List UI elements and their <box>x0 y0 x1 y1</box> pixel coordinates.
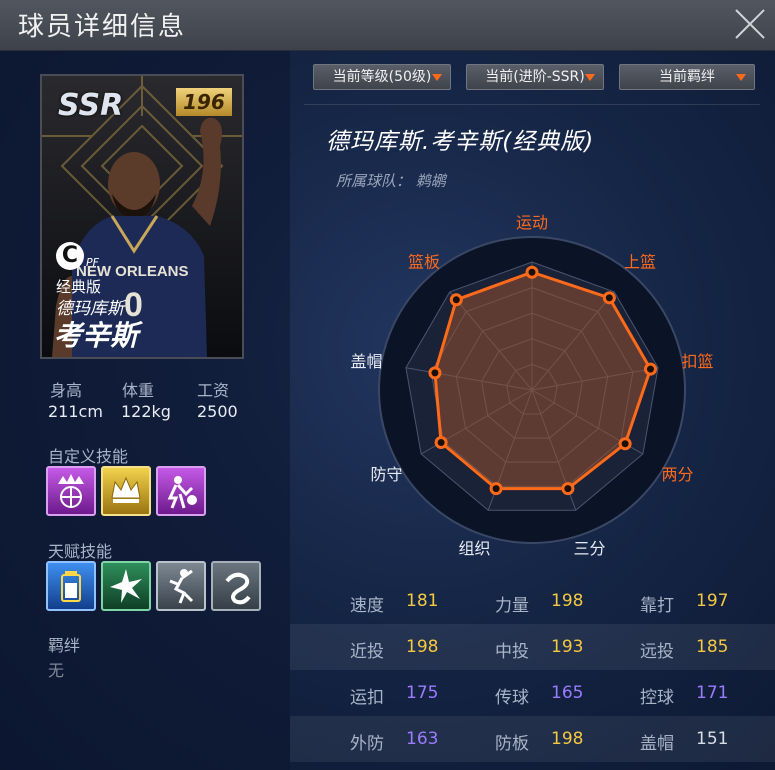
attribute-label: 盖帽 <box>640 734 674 754</box>
player-jump-icon[interactable] <box>156 561 206 611</box>
radar-point <box>561 482 575 496</box>
salary-value: 2500 <box>197 402 238 421</box>
player-dunk-icon[interactable] <box>156 466 206 516</box>
level-dropdown-label: 当前等级(50级) <box>332 69 432 85</box>
grade-badge: C <box>56 242 84 270</box>
bond-dropdown[interactable]: 当前羁绊 <box>619 64 755 90</box>
gold-crown-icon[interactable] <box>101 466 151 516</box>
advance-dropdown-label: 当前(进阶-SSR) <box>485 69 585 85</box>
divider <box>304 104 760 105</box>
weight-label: 体重 <box>122 381 155 400</box>
attribute-label: 近投 <box>350 642 384 662</box>
advance-dropdown[interactable]: 当前(进阶-SSR) <box>466 64 604 90</box>
close-icon[interactable] <box>730 4 770 44</box>
attribute-label: 防板 <box>495 734 529 754</box>
height-value: 211cm <box>48 402 103 421</box>
height-label: 身高 <box>50 381 83 400</box>
attribute-value: 193 <box>551 637 584 657</box>
attribute-label: 控球 <box>640 688 674 708</box>
radar-axis-label: 两分 <box>661 465 693 484</box>
player-card: NEW ORLEANS 0 SSR 196 C PF 经典版 德玛库斯 考辛斯 <box>40 74 244 359</box>
radar-point <box>428 366 442 380</box>
radar-point <box>489 482 503 496</box>
chevron-down-icon <box>736 74 746 81</box>
bond-label: 羁绊 <box>48 636 81 655</box>
radar-point <box>449 293 463 307</box>
crown-basketball-icon[interactable] <box>46 466 96 516</box>
rarity-badge: SSR <box>58 88 124 123</box>
attribute-value: 185 <box>696 637 729 657</box>
attribute-label: 中投 <box>495 642 529 662</box>
chevron-down-icon <box>585 74 595 81</box>
attribute-label: 远投 <box>640 642 674 662</box>
salary-label: 工资 <box>197 381 230 400</box>
radar-point <box>602 291 616 305</box>
bond-dropdown-label: 当前羁绊 <box>659 69 715 85</box>
weight-value: 122kg <box>121 402 171 421</box>
player-full-name: 德玛库斯.考辛斯(经典版) <box>326 129 595 155</box>
radar-axis-label: 盖帽 <box>351 352 383 371</box>
level-dropdown[interactable]: 当前等级(50级) <box>313 64 451 90</box>
title-bar: 球员详细信息 <box>0 0 775 51</box>
attribute-label: 运扣 <box>350 688 384 708</box>
bond-value: 无 <box>48 661 65 680</box>
chevron-down-icon <box>432 74 442 81</box>
radar-axis-label: 组织 <box>459 539 491 558</box>
attribute-label: 速度 <box>350 596 384 616</box>
attribute-radar-chart: 运动上篮扣篮两分三分 组织 防守 盖帽 篮板 <box>351 213 714 558</box>
starburst-icon[interactable] <box>101 561 151 611</box>
window-title: 球员详细信息 <box>18 12 187 42</box>
radar-point <box>525 265 539 279</box>
radar-point <box>643 362 657 376</box>
swirl-icon[interactable] <box>211 561 261 611</box>
attribute-label: 传球 <box>495 688 529 708</box>
attribute-value: 165 <box>551 683 584 703</box>
radar-axis-label: 上篮 <box>624 252 656 271</box>
attribute-value: 163 <box>406 729 439 749</box>
radar-axis-label: 防守 <box>370 465 402 484</box>
team-label: 所属球队： 鹈鹕 <box>336 172 446 190</box>
battery-icon[interactable] <box>46 561 96 611</box>
position-label: PF <box>86 256 99 269</box>
radar-axis-label: 篮板 <box>408 252 440 271</box>
attribute-value: 181 <box>406 591 439 611</box>
attribute-value: 198 <box>406 637 439 657</box>
attribute-label: 靠打 <box>640 596 674 616</box>
radar-axis-label: 运动 <box>516 213 548 232</box>
attribute-value: 175 <box>406 683 439 703</box>
attribute-value: 151 <box>696 729 729 749</box>
attribute-label: 力量 <box>495 596 529 616</box>
radar-point <box>618 437 632 451</box>
attribute-value: 171 <box>696 683 729 703</box>
attribute-value: 197 <box>696 591 729 611</box>
player-last-name: 考辛斯 <box>54 319 139 352</box>
radar-axis-label: 三分 <box>573 539 605 558</box>
custom-skills-label: 自定义技能 <box>48 447 129 466</box>
attribute-value: 198 <box>551 591 584 611</box>
radar-point <box>434 435 448 449</box>
attribute-value: 198 <box>551 729 584 749</box>
attribute-label: 外防 <box>350 734 384 754</box>
radar-axis-label: 扣篮 <box>681 352 713 371</box>
overall-rating: 196 <box>176 88 232 116</box>
talent-skills-label: 天赋技能 <box>48 542 113 561</box>
